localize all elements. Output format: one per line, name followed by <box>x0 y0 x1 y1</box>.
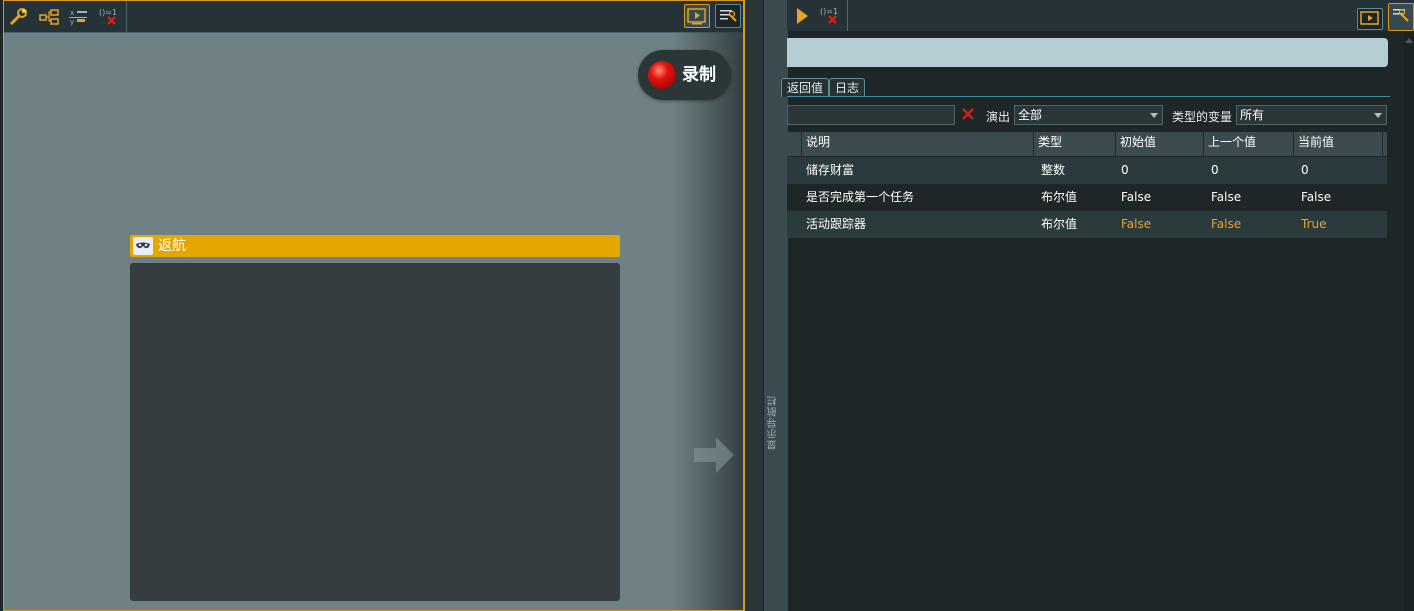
row-description: 储存财富 <box>806 163 855 177</box>
column-header-current[interactable]: 当前值 <box>1293 132 1383 156</box>
table-row[interactable]: 是否完成第一个任务 布尔值 False False False <box>787 184 1387 211</box>
chevron-down-icon <box>1374 113 1382 118</box>
row-description: 是否完成第一个任务 <box>806 190 915 204</box>
flow-node-icon[interactable] <box>38 6 60 28</box>
variables-table-header: 说明 类型 初始值 上一个值 当前值 <box>787 132 1387 156</box>
variable-filter-input[interactable] <box>787 105 955 125</box>
navigation-bar-label-wrap: 显示导航栏 <box>763 395 787 485</box>
play-screen-icon <box>1360 11 1379 25</box>
left-toolbar: xy ()=1 <box>4 1 743 33</box>
play-view-button[interactable] <box>684 4 710 28</box>
svg-text:y: y <box>70 18 74 26</box>
row-current-value: True <box>1301 217 1327 231</box>
svg-text:()=1: ()=1 <box>820 7 838 16</box>
play-view-button-right[interactable] <box>1357 8 1383 30</box>
left-tool-group: xy ()=1 <box>4 1 127 32</box>
row-previous-value: False <box>1211 190 1242 204</box>
row-previous-value: 0 <box>1211 163 1219 177</box>
flow-node-title: 返航 <box>158 238 186 254</box>
row-type: 布尔值 <box>1041 217 1078 231</box>
row-previous-value: False <box>1211 217 1242 231</box>
list-inspect-icon <box>720 10 737 22</box>
play-triangle-icon[interactable] <box>791 5 813 27</box>
row-description: 活动跟踪器 <box>806 217 867 231</box>
record-button[interactable]: 录制 <box>638 50 731 100</box>
row-current-value: 0 <box>1301 163 1309 177</box>
svg-text:x: x <box>70 9 74 17</box>
variable-list-icon[interactable]: xy <box>68 6 90 28</box>
scroll-up-arrow-icon[interactable] <box>1405 38 1413 43</box>
inspector-view-button[interactable] <box>715 4 741 28</box>
var-type-filter-value: 所有 <box>1240 108 1265 122</box>
row-initial-value: False <box>1121 217 1152 231</box>
table-row[interactable]: 活动跟踪器 布尔值 False False True <box>787 211 1387 238</box>
column-header-type[interactable]: 类型 <box>1033 132 1115 156</box>
collapse-arrow-icon[interactable] <box>692 435 736 475</box>
list-inspect-icon <box>1393 8 1409 22</box>
row-type: 布尔值 <box>1041 190 1078 204</box>
column-header-description[interactable]: 说明 <box>801 132 1033 156</box>
chevron-down-icon <box>1150 113 1158 118</box>
clear-filter-icon[interactable] <box>960 106 976 122</box>
wrench-star-icon[interactable] <box>8 6 30 28</box>
row-current-value: False <box>1301 190 1332 204</box>
row-initial-value: False <box>1121 190 1152 204</box>
svg-text:()=1: ()=1 <box>99 8 117 17</box>
column-header-initial[interactable]: 初始值 <box>1115 132 1203 156</box>
play-screen-icon <box>687 8 706 25</box>
right-toolbar: ()=1 <box>787 0 1414 31</box>
record-dot-icon <box>648 61 676 89</box>
panel-splitter[interactable] <box>745 0 763 611</box>
tab-return-values[interactable]: 返回值 <box>781 78 830 97</box>
mask-icon <box>133 237 153 255</box>
object-search-bar[interactable] <box>787 38 1388 67</box>
function-clear-icon[interactable]: ()=1 <box>819 5 841 27</box>
tab-log[interactable]: 日志 <box>829 78 866 97</box>
cast-filter-value: 全部 <box>1018 108 1043 122</box>
column-header-previous[interactable]: 上一个值 <box>1203 132 1293 156</box>
navigation-bar-label: 显示导航栏 <box>768 395 779 450</box>
record-label: 录制 <box>682 65 716 85</box>
flow-node-body[interactable] <box>130 263 620 601</box>
canvas-edge-shade <box>673 32 743 610</box>
function-clear-icon[interactable]: ()=1 <box>98 6 120 28</box>
vertical-scrollbar[interactable] <box>1404 32 1414 611</box>
flow-canvas-panel: xy ()=1 录制 返航 <box>3 0 745 611</box>
cast-filter-select[interactable]: 全部 <box>1014 105 1163 125</box>
tab-underline <box>787 96 1390 97</box>
var-type-filter-select[interactable]: 所有 <box>1236 105 1387 125</box>
cast-filter-label: 演出 <box>986 110 1011 124</box>
right-tool-group: ()=1 <box>787 0 848 31</box>
inspector-view-button-right[interactable] <box>1388 3 1414 31</box>
row-initial-value: 0 <box>1121 163 1129 177</box>
row-type: 整数 <box>1041 163 1066 177</box>
flow-node-header[interactable]: 返航 <box>130 235 620 257</box>
table-row[interactable]: 储存财富 整数 0 0 0 <box>787 157 1387 184</box>
var-type-filter-label: 类型的变量 <box>1172 110 1233 124</box>
